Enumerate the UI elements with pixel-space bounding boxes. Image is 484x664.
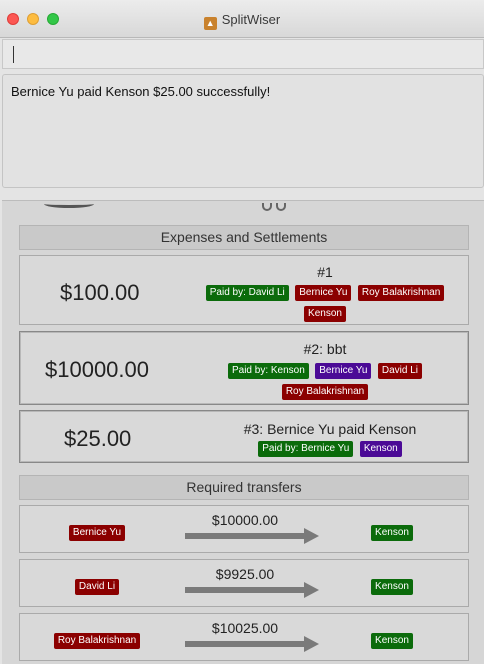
window-title: ▲ SplitWiser	[0, 12, 484, 30]
expense-card[interactable]: $25.00 #3: Bernice Yu paid Kenson Paid b…	[19, 410, 469, 463]
logo-icon	[44, 200, 94, 208]
transfer-amount: $10000.00	[211, 512, 279, 528]
transfer-to: Kenson	[360, 522, 424, 541]
expense-amount: $100.00	[60, 280, 140, 305]
arrow-right-icon	[185, 528, 319, 544]
transfer-row[interactable]: Bernice Yu $10000.00 Kenson	[19, 505, 469, 553]
participant-tag: David Li	[377, 363, 423, 379]
expense-amount: $10000.00	[45, 357, 149, 382]
expense-title: #3: Bernice Yu paid Kenson	[243, 421, 417, 437]
paid-by-tag: Paid by: Kenson	[227, 363, 309, 379]
window-title-text: SplitWiser	[221, 12, 281, 27]
expense-tags: Paid by: David Li Bernice Yu Roy Balakri…	[195, 280, 455, 322]
participant-tag: Bernice Yu	[315, 363, 372, 379]
participant-tag: Roy Balakrishnan	[281, 384, 369, 400]
participant-tag: Roy Balakrishnan	[357, 285, 445, 301]
expenses-heading: Expenses and Settlements	[19, 225, 469, 250]
transfer-from: David Li	[37, 576, 157, 595]
payer-tag: Roy Balakrishnan	[53, 633, 141, 649]
transfer-amount: $9925.00	[215, 566, 275, 582]
arrow-right-icon	[185, 582, 319, 598]
arrow-right-icon	[185, 636, 319, 652]
transfer-from: Bernice Yu	[37, 522, 157, 541]
participant-tag: Kenson	[304, 306, 346, 322]
result-display: Bernice Yu paid Kenson $25.00 successful…	[2, 74, 484, 188]
expense-title: #2: bbt	[303, 341, 347, 357]
participant-tag: Kenson	[359, 441, 402, 457]
payee-tag: Kenson	[371, 579, 413, 595]
text-caret	[13, 46, 14, 63]
transfer-from: Roy Balakrishnan	[37, 630, 157, 649]
transfer-to: Kenson	[360, 630, 424, 649]
expense-title: #1	[317, 264, 333, 280]
transfer-amount: $10025.00	[211, 620, 279, 636]
transfers-heading: Required transfers	[19, 475, 469, 500]
expense-tags: Paid by: Kenson Bernice Yu David Li Roy …	[215, 358, 435, 400]
expense-tags: Paid by: Bernice Yu Kenson	[210, 436, 450, 457]
paid-by-tag: Paid by: David Li	[205, 285, 289, 301]
paid-by-tag: Paid by: Bernice Yu	[258, 441, 354, 457]
app-icon: ▲	[203, 17, 217, 30]
expense-card[interactable]: $100.00 #1 Paid by: David Li Bernice Yu …	[19, 255, 469, 325]
transfer-row[interactable]: David Li $9925.00 Kenson	[19, 559, 469, 607]
transfer-row[interactable]: Roy Balakrishnan $10025.00 Kenson	[19, 613, 469, 661]
expense-amount: $25.00	[64, 426, 132, 451]
transfer-to: Kenson	[360, 576, 424, 595]
command-input[interactable]	[2, 39, 484, 69]
expense-card[interactable]: $10000.00 #2: bbt Paid by: Kenson Bernic…	[19, 331, 469, 405]
window-title-bar[interactable]: ▲ SplitWiser	[0, 0, 484, 38]
payee-tag: Kenson	[371, 525, 413, 541]
payee-tag: Kenson	[371, 633, 413, 649]
logo-mark-icon	[262, 198, 302, 211]
result-message: Bernice Yu paid Kenson $25.00 successful…	[11, 84, 271, 99]
payer-tag: David Li	[74, 579, 120, 595]
payer-tag: Bernice Yu	[68, 525, 126, 541]
participant-tag: Bernice Yu	[295, 285, 352, 301]
